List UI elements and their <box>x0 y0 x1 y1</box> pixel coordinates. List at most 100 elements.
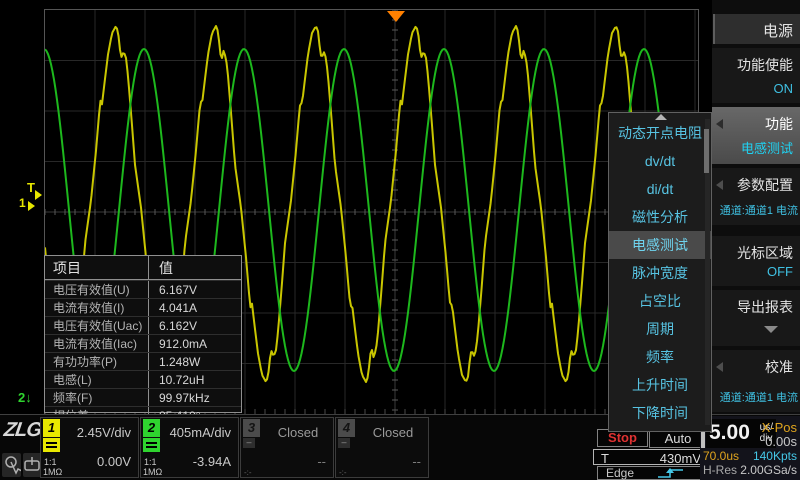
channel1-zero-marker[interactable]: 1 <box>19 196 26 210</box>
channel1-zero-arrow-icon <box>28 201 35 211</box>
channel3-box[interactable]: 3 – -:- Closed -- <box>240 417 334 478</box>
power-label: 电源 <box>763 20 793 41</box>
channel2-dc-coupling-icon <box>143 438 160 452</box>
cursor-area-button[interactable]: 光标区域 OFF <box>712 236 800 286</box>
menu-items: 动态开点电阻dv/dtdi/dt磁性分析电感测试脉冲宽度占空比周期频率上升时间下… <box>609 119 711 427</box>
channel4-coupling-icon: – <box>338 438 350 448</box>
channel2-offset: -3.94A <box>193 454 231 469</box>
channel3-badge: 3 <box>243 419 260 437</box>
param-config-title: 参数配置 <box>737 175 793 195</box>
measurement-table: 项目 值 电压有效值(U)6.167V电流有效值(I)4.041A电压有效值(U… <box>44 255 242 413</box>
measurement-row: 电流有效值(Iac)912.0mA <box>45 334 241 352</box>
chevron-left-icon <box>716 119 723 129</box>
channel1-box[interactable]: 1 1:1 1MΩ 2.45V/div 0.00V <box>40 417 139 478</box>
menu-item[interactable]: 动态开点电阻 <box>609 119 711 147</box>
trigger-type-box[interactable]: Edge <box>597 466 707 480</box>
trigger-position-marker[interactable] <box>387 11 405 22</box>
power-button[interactable]: 电源 <box>713 14 800 44</box>
function-title: 功能 <box>765 114 793 134</box>
calibration-button[interactable]: 校准 通道:通道1 电流 <box>712 350 800 412</box>
measurement-table-header: 项目 值 <box>45 256 241 280</box>
measurement-label: 有功功率(P) <box>45 353 149 370</box>
menu-item[interactable]: 下降时间 <box>609 399 711 427</box>
measurement-value: 6.167V <box>149 281 241 298</box>
xpos-value: 0.00s <box>735 434 797 449</box>
xpos-label: X-Pos <box>735 420 797 435</box>
oscilloscope-screen: T 1 2↓ 项目 值 电压有效值(U)6.167V电流有效值(I)4.041A… <box>0 0 800 480</box>
measurement-value: 6.162V <box>149 317 241 334</box>
measurement-value: 4.041A <box>149 299 241 316</box>
trigger-level-marker[interactable]: T <box>27 180 35 195</box>
channel2-offscreen-arrow-icon: ↓ <box>25 390 32 405</box>
channel2-impedance: 1MΩ <box>143 467 162 477</box>
channel2-zero-marker[interactable]: 2↓ <box>18 390 32 405</box>
menu-item[interactable]: 脉冲宽度 <box>609 259 711 287</box>
trigger-level-box[interactable]: T 430mV <box>593 449 707 465</box>
chevron-left-icon <box>716 180 723 190</box>
channel3-offset: -- <box>317 454 326 469</box>
chevron-down-icon <box>764 326 778 333</box>
trigger-level-value: 430mV <box>660 451 701 466</box>
function-enable-button[interactable]: 功能使能 ON <box>712 48 800 103</box>
channel2-probe-ratio: 1:1 <box>144 457 157 467</box>
function-value: 电感测试 <box>741 138 793 157</box>
touch-mode-button[interactable] <box>2 453 21 477</box>
channel1-offset: 0.00V <box>97 454 131 469</box>
chevron-left-icon <box>716 362 723 372</box>
menu-item[interactable]: 周期 <box>609 315 711 343</box>
measurement-label: 电流有效值(I) <box>45 299 149 316</box>
param-config-button[interactable]: 参数配置 通道:通道1 电流 <box>712 168 800 225</box>
export-report-button[interactable]: 导出报表 <box>712 290 800 346</box>
function-enable-value: ON <box>774 81 794 96</box>
measurement-value: 1.248W <box>149 353 241 370</box>
menu-item[interactable]: 上升时间 <box>609 371 711 399</box>
function-enable-title: 功能使能 <box>737 55 793 75</box>
menu-scrollbar[interactable] <box>705 119 710 425</box>
channel4-box[interactable]: 4 – -:- Closed -- <box>335 417 429 478</box>
measurement-row: 电流有效值(I)4.041A <box>45 298 241 316</box>
channel2-box[interactable]: 2 1:1 1MΩ 405mA/div -3.94A <box>140 417 239 478</box>
channel1-impedance: 1MΩ <box>43 467 62 477</box>
menu-item[interactable]: di/dt <box>609 175 711 203</box>
channel2-badge: 2 <box>143 419 160 437</box>
measurement-label: 电感(L) <box>45 371 149 388</box>
measurement-label: 电压有效值(Uac) <box>45 317 149 334</box>
menu-item[interactable]: dv/dt <box>609 147 711 175</box>
measurement-row: 电压有效值(U)6.167V <box>45 280 241 298</box>
menu-scrollbar-thumb[interactable] <box>704 129 709 173</box>
measurement-value: 10.72uH <box>149 371 241 388</box>
channel1-dc-coupling-icon <box>43 438 60 452</box>
calibration-value: 通道:通道1 电流 <box>720 389 798 405</box>
menu-item[interactable]: 频率 <box>609 343 711 371</box>
menu-item[interactable]: 占空比 <box>609 287 711 315</box>
function-button-active[interactable]: 功能 电感测试 <box>712 107 800 164</box>
trigger-type-label: Edge <box>606 466 634 480</box>
trigger-source-label: T <box>601 451 609 466</box>
measurement-row: 电感(L)10.72uH <box>45 370 241 388</box>
col-value-header: 值 <box>149 256 241 279</box>
touch-icon <box>2 453 21 477</box>
channel4-state: Closed <box>358 425 428 440</box>
channel3-state: Closed <box>263 425 333 440</box>
channel1-badge: 1 <box>43 419 60 437</box>
menu-item[interactable]: 磁性分析 <box>609 203 711 231</box>
rising-edge-icon <box>656 467 686 479</box>
sample-rate: 2.00GSa/s <box>710 463 797 477</box>
brand-logo-text: ZLG <box>3 419 43 441</box>
cursor-area-title: 光标区域 <box>737 243 793 263</box>
measure-type-menu: 动态开点电阻dv/dtdi/dt磁性分析电感测试脉冲宽度占空比周期频率上升时间下… <box>608 112 712 432</box>
channel1-scale: 2.45V/div <box>77 425 131 440</box>
param-config-value: 通道:通道1 电流 <box>720 202 798 218</box>
measurement-label: 频率(F) <box>45 389 149 406</box>
measurement-row: 有功功率(P)1.248W <box>45 352 241 370</box>
export-report-title: 导出报表 <box>737 297 793 317</box>
measurement-value: 912.0mA <box>149 335 241 352</box>
calibration-title: 校准 <box>765 357 793 377</box>
channel3-coupling-icon: – <box>243 438 255 448</box>
menu-item[interactable]: 电感测试 <box>609 231 711 259</box>
channel4-probe-ratio: -:- <box>339 468 347 477</box>
trigger-level-arrow-icon <box>35 190 42 200</box>
col-item-header: 项目 <box>45 256 149 279</box>
channel4-offset: -- <box>412 454 421 469</box>
measurement-row: 频率(F)99.97kHz <box>45 388 241 406</box>
